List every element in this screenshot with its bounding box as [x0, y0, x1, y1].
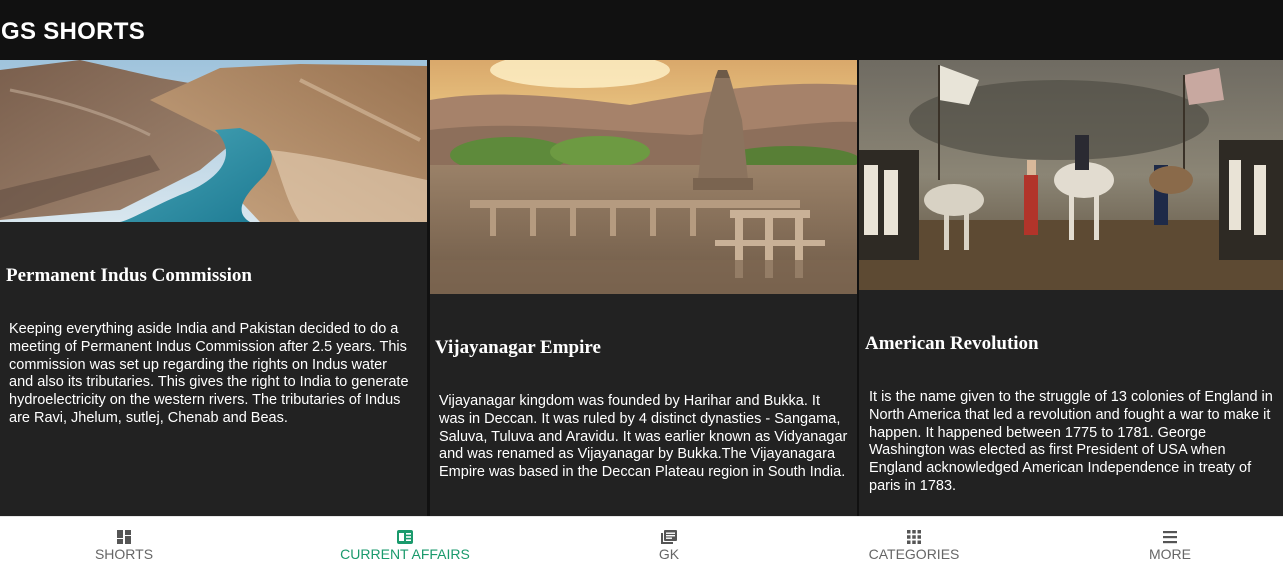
menu-icon	[1163, 531, 1177, 544]
library-books-icon	[661, 530, 677, 544]
card-description: It is the name given to the struggle of …	[869, 389, 1273, 494]
nav-label: SHORTS	[94, 546, 154, 562]
nav-current-affairs[interactable]: CURRENT AFFAIRS	[305, 517, 505, 571]
card-title[interactable]: Permanent Indus Commission	[6, 265, 252, 287]
nav-shorts[interactable]: SHORTS	[24, 517, 224, 571]
short-card[interactable]: American Revolution It is the name given…	[859, 60, 1283, 516]
card-image-temple-ruins	[430, 60, 857, 294]
short-card[interactable]: Vijayanagar Empire Vijayanagar kingdom w…	[430, 60, 857, 516]
shorts-card-list[interactable]: Permanent Indus Commission Keeping every…	[0, 60, 1283, 516]
nav-label: CATEGORIES	[868, 546, 960, 562]
bottom-navigation: SHORTS CURRENT AFFAIRS GK CATEGORIES MOR…	[0, 516, 1283, 571]
dashboard-icon	[117, 530, 131, 544]
card-title[interactable]: American Revolution	[865, 333, 1039, 355]
card-description: Keeping everything aside India and Pakis…	[9, 321, 409, 426]
apps-grid-icon	[907, 530, 921, 544]
app-title: GS SHORTS	[1, 18, 146, 45]
newspaper-icon	[397, 530, 413, 544]
nav-categories[interactable]: CATEGORIES	[814, 517, 1014, 571]
nav-label: MORE	[1149, 546, 1191, 562]
nav-label: CURRENT AFFAIRS	[340, 546, 470, 562]
nav-gk[interactable]: GK	[569, 517, 769, 571]
nav-more[interactable]: MORE	[1070, 517, 1270, 571]
short-card[interactable]: Permanent Indus Commission Keeping every…	[0, 60, 427, 516]
card-title[interactable]: Vijayanagar Empire	[435, 337, 601, 359]
card-image-revolution-painting	[859, 60, 1283, 290]
card-image-river-valley	[0, 60, 427, 222]
nav-label: GK	[658, 546, 680, 562]
card-description: Vijayanagar kingdom was founded by Harih…	[439, 393, 848, 481]
app-header: GS SHORTS	[0, 0, 1283, 60]
